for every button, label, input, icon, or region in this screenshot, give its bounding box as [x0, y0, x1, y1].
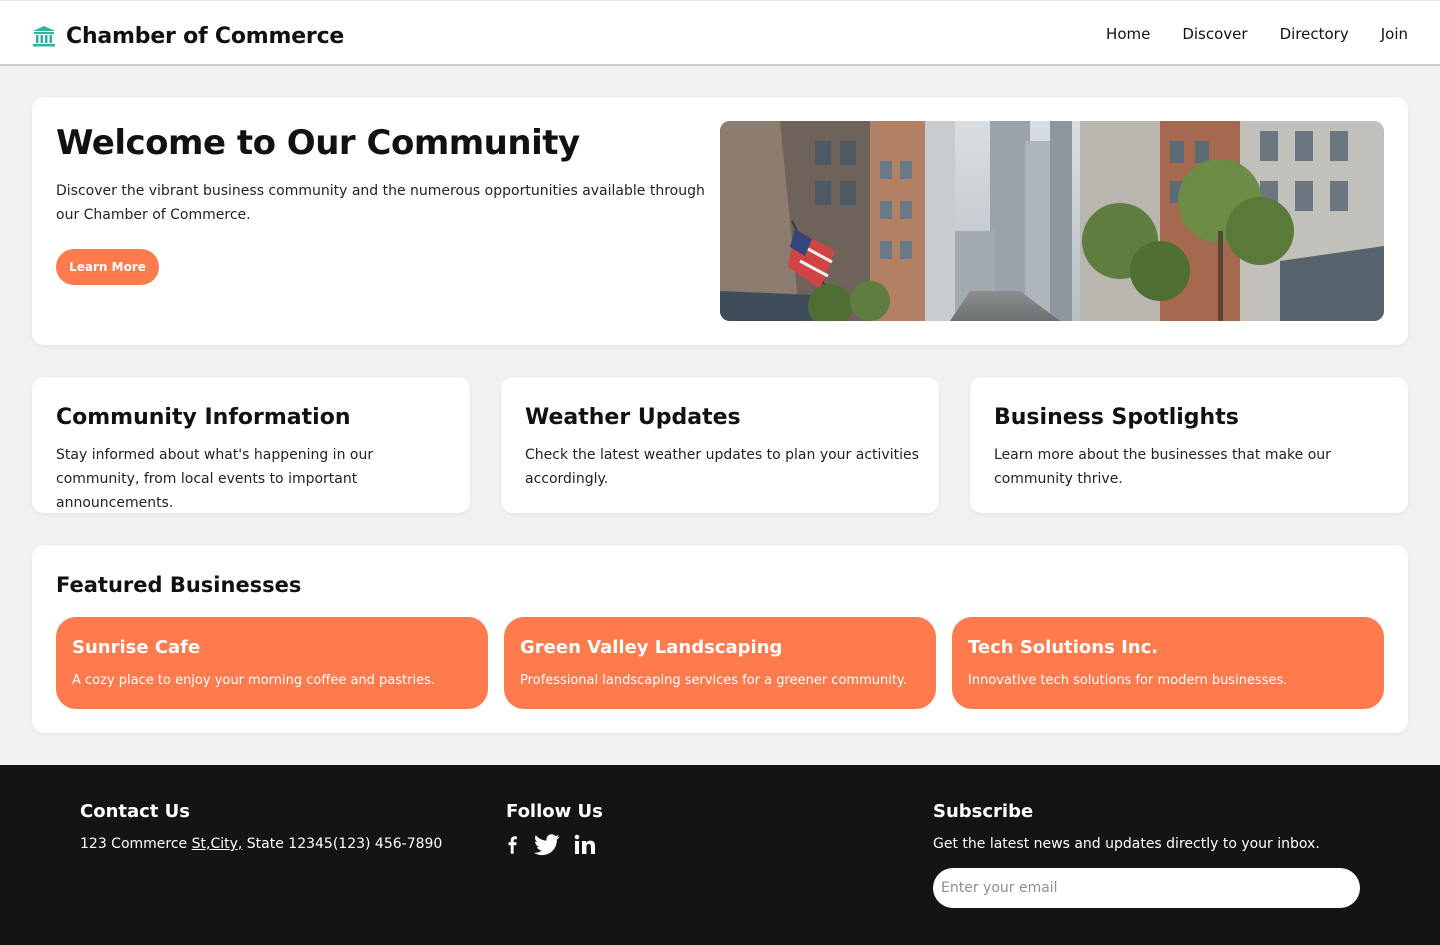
- business-card-green-valley[interactable]: Green Valley Landscaping Professional la…: [504, 617, 936, 709]
- email-input[interactable]: [933, 868, 1360, 908]
- business-description: A cozy place to enjoy your morning coffe…: [72, 673, 435, 688]
- site-header: Chamber of Commerce Home Discover Direct…: [0, 0, 1440, 66]
- business-name: Tech Solutions Inc.: [968, 637, 1159, 658]
- twitter-icon[interactable]: [534, 834, 560, 856]
- social-links: [506, 834, 603, 856]
- address-end: State 12345(123) 456-7890: [242, 836, 443, 852]
- contact-title: Contact Us: [80, 801, 191, 822]
- featured-businesses-section: Featured Businesses Sunrise Cafe A cozy …: [32, 545, 1408, 733]
- card-text: Stay informed about what's happening in …: [56, 447, 374, 511]
- address-start: 123 Commerce: [80, 836, 192, 852]
- business-card-tech-solutions[interactable]: Tech Solutions Inc. Innovative tech solu…: [952, 617, 1384, 709]
- section-title: Featured Businesses: [56, 573, 302, 597]
- bank-icon: [33, 26, 55, 47]
- hero-description: Discover the vibrant business community …: [56, 183, 705, 223]
- nav-discover[interactable]: Discover: [1182, 25, 1247, 43]
- business-spotlights-card: Business Spotlights Learn more about the…: [970, 377, 1408, 513]
- subscribe-title: Subscribe: [933, 801, 1034, 822]
- brand-name: Chamber of Commerce: [66, 23, 345, 49]
- contact-details: 123 Commerce St,City, State 12345(123) 4…: [80, 836, 442, 852]
- business-description: Innovative tech solutions for modern bus…: [968, 673, 1288, 688]
- hero-title: Welcome to Our Community: [56, 123, 580, 163]
- learn-more-button[interactable]: Learn More: [56, 249, 159, 285]
- card-text: Learn more about the businesses that mak…: [994, 447, 1331, 487]
- card-title: Business Spotlights: [994, 405, 1239, 430]
- business-name: Green Valley Landscaping: [520, 637, 783, 658]
- nav-home[interactable]: Home: [1106, 25, 1150, 43]
- facebook-icon[interactable]: [506, 834, 520, 856]
- brand[interactable]: Chamber of Commerce: [32, 21, 344, 51]
- main-nav: Home Discover Directory Join: [1106, 23, 1408, 45]
- subscribe-column: Subscribe Get the latest news and update…: [933, 801, 1360, 908]
- city-street-image: [720, 121, 1384, 321]
- card-title: Weather Updates: [525, 405, 741, 430]
- card-text: Check the latest weather updates to plan…: [525, 447, 919, 487]
- site-footer: Contact Us 123 Commerce St,City, State 1…: [0, 765, 1440, 945]
- business-card-sunrise-cafe[interactable]: Sunrise Cafe A cozy place to enjoy your …: [56, 617, 488, 709]
- follow-column: Follow Us: [506, 801, 603, 856]
- hero-section: Welcome to Our Community Discover the vi…: [32, 97, 1408, 345]
- address-link[interactable]: St,City,: [192, 836, 243, 852]
- weather-updates-card: Weather Updates Check the latest weather…: [501, 377, 939, 513]
- contact-column: Contact Us 123 Commerce St,City, State 1…: [80, 801, 442, 852]
- card-title: Community Information: [56, 405, 351, 430]
- business-name: Sunrise Cafe: [72, 637, 201, 658]
- subscribe-text: Get the latest news and updates directly…: [933, 836, 1320, 852]
- linkedin-icon[interactable]: [574, 834, 596, 856]
- nav-directory[interactable]: Directory: [1280, 25, 1349, 43]
- community-info-card: Community Information Stay informed abou…: [32, 377, 470, 513]
- follow-title: Follow Us: [506, 801, 603, 822]
- business-description: Professional landscaping services for a …: [520, 673, 907, 688]
- nav-join[interactable]: Join: [1381, 25, 1408, 43]
